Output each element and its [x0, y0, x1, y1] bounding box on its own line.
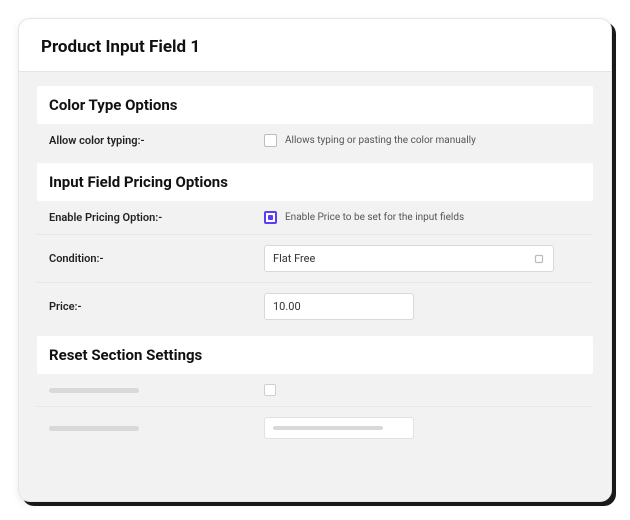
row-allow-color-typing: Allow color typing:- Allows typing or pa…: [37, 124, 593, 157]
skeleton-input: [264, 417, 414, 439]
skeleton-checkbox: [264, 384, 276, 396]
reset-content-placeholder-1: [264, 384, 581, 396]
allow-color-typing-label: Allow color typing:-: [49, 134, 264, 147]
condition-select[interactable]: Flat Free: [264, 245, 554, 272]
page-title: Product Input Field 1: [41, 37, 589, 57]
condition-label: Condition:-: [49, 252, 264, 265]
condition-value: Flat Free: [273, 252, 315, 265]
section-title-reset: Reset Section Settings: [37, 336, 593, 374]
allow-color-typing-desc: Allows typing or pasting the color manua…: [285, 135, 476, 146]
section-title-pricing: Input Field Pricing Options: [37, 163, 593, 201]
enable-pricing-checkbox[interactable]: [264, 211, 277, 224]
condition-content: Flat Free: [264, 245, 581, 272]
chevron-down-icon: [533, 253, 545, 265]
row-enable-pricing: Enable Pricing Option:- Enable Price to …: [37, 201, 593, 234]
row-price: Price:-: [37, 282, 593, 330]
skeleton-line: [49, 388, 139, 393]
card-body: Color Type Options Allow color typing:- …: [19, 71, 611, 501]
settings-card: Product Input Field 1 Color Type Options…: [18, 18, 612, 502]
allow-color-typing-content: Allows typing or pasting the color manua…: [264, 134, 581, 147]
enable-pricing-desc: Enable Price to be set for the input fie…: [285, 212, 464, 223]
price-content: [264, 293, 581, 320]
row-reset-placeholder-1: [37, 374, 593, 406]
reset-label-placeholder-1: [49, 388, 264, 393]
price-label: Price:-: [49, 300, 264, 313]
price-input[interactable]: [264, 293, 414, 320]
row-reset-placeholder-2: [37, 406, 593, 449]
enable-pricing-label: Enable Pricing Option:-: [49, 211, 264, 224]
reset-content-placeholder-2: [264, 417, 581, 439]
enable-pricing-content: Enable Price to be set for the input fie…: [264, 211, 581, 224]
section-title-color: Color Type Options: [37, 86, 593, 124]
skeleton-line: [49, 426, 139, 431]
row-condition: Condition:- Flat Free: [37, 234, 593, 282]
card-header: Product Input Field 1: [19, 19, 611, 71]
allow-color-typing-checkbox[interactable]: [264, 134, 277, 147]
reset-label-placeholder-2: [49, 426, 264, 431]
skeleton-line: [273, 426, 383, 430]
